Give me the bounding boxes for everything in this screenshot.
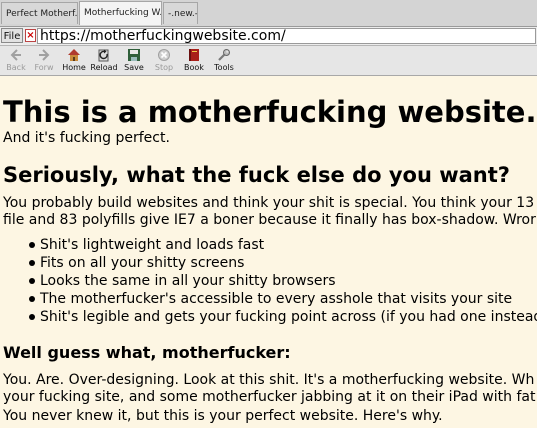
stop-label: Stop	[154, 63, 174, 72]
home-icon	[68, 49, 80, 61]
url-bar: File ×	[0, 27, 537, 46]
tools-label: Tools	[214, 63, 234, 72]
reload-label: Reload	[90, 63, 118, 72]
tab-bar: Perfect Motherf... Motherfucking W... -.…	[0, 0, 537, 27]
body-paragraph-line: your fucking site, and some motherfucker…	[3, 389, 536, 405]
intro-paragraph-line: file and 83 polyfills give IE7 a boner b…	[3, 212, 536, 228]
subsection-heading: Well guess what, motherfucker:	[3, 343, 291, 362]
reload-button[interactable]: Reload	[90, 48, 118, 74]
page-subtitle: And it's fucking perfect.	[3, 130, 170, 146]
bookmarks-label: Book	[184, 63, 204, 72]
stop-button[interactable]: Stop	[150, 48, 178, 74]
back-button[interactable]: Back	[2, 48, 30, 74]
save-button[interactable]: Save	[120, 48, 148, 74]
address-input[interactable]	[37, 28, 536, 44]
save-label: Save	[124, 63, 144, 72]
intro-paragraph: You probably build websites and think yo…	[3, 195, 536, 229]
browser-window: Perfect Motherf... Motherfucking W... -.…	[0, 0, 537, 428]
intro-paragraph-line: You probably build websites and think yo…	[3, 195, 535, 211]
back-label: Back	[6, 63, 26, 72]
section-heading: Seriously, what the fuck else do you wan…	[3, 163, 510, 187]
tools-icon	[218, 49, 230, 61]
page-title: This is a motherfucking website.	[3, 95, 537, 129]
list-item: Shit's lightweight and loads fast	[29, 236, 537, 254]
save-icon	[128, 49, 140, 61]
page-content: This is a motherfucking website. And it'…	[0, 76, 537, 428]
tab-label: Motherfucking W...	[84, 8, 162, 18]
list-item: Looks the same in all your shitty browse…	[29, 272, 537, 290]
back-arrow-icon	[10, 49, 21, 61]
close-icon[interactable]: ×	[25, 29, 36, 42]
body-paragraph: You. Are. Over-designing. Look at this s…	[3, 372, 535, 406]
list-item: Fits on all your shitty screens	[29, 254, 537, 272]
forward-button[interactable]: Forw	[30, 48, 58, 74]
reload-icon	[98, 49, 109, 62]
tab-new[interactable]: -.new.-	[163, 2, 198, 24]
closing-paragraph: You never knew it, but this is your perf…	[3, 408, 443, 424]
tab-motherfucking-website[interactable]: Motherfucking W...	[79, 1, 162, 25]
bookmarks-button[interactable]: Book	[180, 48, 208, 74]
feature-list: Shit's lightweight and loads fast Fits o…	[29, 236, 537, 326]
body-paragraph-line: You. Are. Over-designing. Look at this s…	[3, 372, 535, 388]
home-button[interactable]: Home	[60, 48, 88, 74]
list-item: Shit's legible and gets your fucking poi…	[29, 308, 537, 326]
navigation-toolbar: Back Forw Home Reload Save Stop Book Too…	[0, 46, 537, 76]
stop-icon	[158, 49, 170, 61]
file-menu-button[interactable]: File	[1, 28, 23, 43]
forward-arrow-icon	[39, 49, 50, 61]
tab-label: -.new.-	[168, 9, 198, 19]
tab-perfect-motherfucking[interactable]: Perfect Motherf...	[1, 2, 78, 24]
bookmark-icon	[189, 49, 199, 61]
tab-label: Perfect Motherf...	[6, 9, 78, 19]
home-label: Home	[62, 63, 86, 72]
forward-label: Forw	[34, 63, 54, 72]
list-item: The motherfucker's accessible to every a…	[29, 290, 537, 308]
tools-button[interactable]: Tools	[210, 48, 238, 74]
